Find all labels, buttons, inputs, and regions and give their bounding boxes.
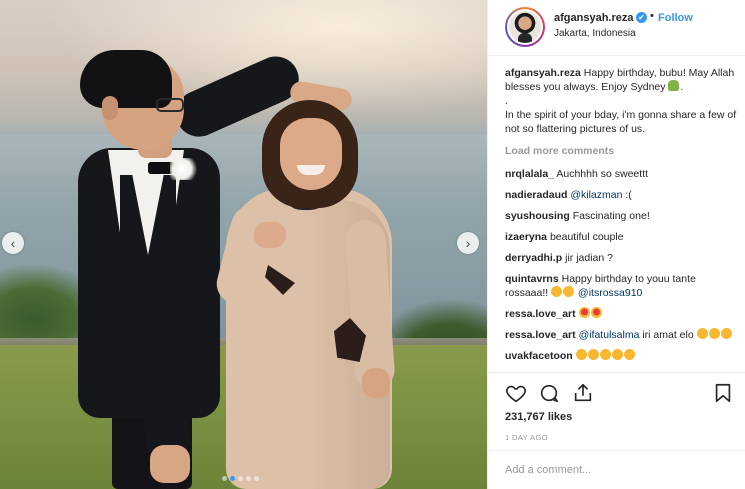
plant-emoji-icon [668, 80, 680, 91]
comment-username[interactable]: nadieradaud [505, 189, 567, 201]
emoji-icon [575, 349, 587, 360]
bookmark-icon [715, 383, 731, 403]
woman-face [280, 118, 342, 190]
comment-username[interactable]: ressa.love_art [505, 329, 576, 341]
post-sidebar: afgansyah.reza ✔ • Follow Jakarta, Indon… [487, 0, 745, 489]
heart-eyes-emoji-icon [590, 307, 602, 318]
comment-mention-link[interactable]: @itsrossa910 [578, 287, 642, 299]
save-button[interactable] [712, 382, 734, 404]
emoji-icon [587, 349, 599, 360]
avatar[interactable] [505, 7, 545, 47]
comment-username[interactable]: derryadhi.p [505, 252, 562, 264]
man-ear [102, 96, 118, 120]
man-glasses [156, 98, 184, 112]
share-icon [574, 383, 592, 402]
man-hand [150, 445, 190, 483]
comment-item: ressa.love_art @ifatulsalma iri amat elo [505, 328, 737, 342]
share-button[interactable] [572, 382, 594, 404]
chevron-left-icon: ‹ [10, 235, 16, 251]
verified-badge-icon: ✔ [636, 12, 647, 23]
woman-left-hand [254, 222, 286, 248]
post-location[interactable]: Jakarta, Indonesia [554, 28, 636, 39]
follow-button[interactable]: Follow [658, 12, 693, 24]
post-username[interactable]: afgansyah.reza [554, 12, 633, 24]
carousel-indicator [222, 476, 259, 481]
load-more-comments-button[interactable]: Load more comments [505, 144, 737, 158]
comment-text: Auchhhh so sweettt [556, 168, 649, 180]
emoji-icon [720, 328, 732, 339]
emoji-icon [696, 328, 708, 339]
comment-items: nrqlalala_ Auchhhh so sweettt nadieradau… [505, 167, 737, 363]
post-timestamp[interactable]: 1 DAY AGO [505, 433, 548, 442]
comment-input[interactable] [505, 461, 725, 479]
comment-item: uvakfacetoon [505, 349, 737, 363]
comment-username[interactable]: quintavrns [505, 273, 559, 285]
comment-icon [540, 384, 559, 403]
action-bar [488, 372, 745, 412]
comment-text: :( [625, 189, 632, 201]
comment-username[interactable]: syushousing [505, 210, 570, 222]
comment-text: iri amat elo [642, 329, 694, 341]
emoji-icon [563, 286, 575, 297]
carousel-dot [230, 476, 235, 481]
carousel-dot [238, 476, 243, 481]
heart-icon [506, 385, 526, 403]
caption-text-2: In the spirit of your bday, i'm gonna sh… [505, 109, 737, 135]
post-caption: afgansyah.reza Happy birthday, bubu! May… [505, 67, 737, 135]
like-button[interactable] [505, 382, 527, 404]
carousel-dot [254, 476, 259, 481]
comment-username[interactable]: uvakfacetoon [505, 350, 573, 362]
emoji-icon [623, 349, 635, 360]
heart-eyes-emoji-icon [578, 307, 590, 318]
comment-username[interactable]: ressa.love_art [505, 308, 576, 320]
comment-item: derryadhi.p jir jadian ? [505, 251, 737, 265]
comment-item: ressa.love_art [505, 307, 737, 321]
comment-button[interactable] [538, 382, 560, 404]
avatar-image [509, 11, 541, 43]
comment-username[interactable]: nrqlalala_ [505, 168, 554, 180]
carousel-dot [246, 476, 251, 481]
emoji-icon [611, 349, 623, 360]
comment-item: syushousing Fascinating one! [505, 209, 737, 223]
boutonniere-flower [170, 158, 200, 180]
caption-dot: . [505, 95, 508, 107]
comment-mention-link[interactable]: @ifatulsalma [579, 329, 640, 341]
emoji-icon [599, 349, 611, 360]
carousel-next-button[interactable]: › [457, 232, 479, 254]
post-header: afgansyah.reza ✔ • Follow Jakarta, Indon… [488, 0, 745, 56]
carousel-prev-button[interactable]: ‹ [2, 232, 24, 254]
comments-list[interactable]: afgansyah.reza Happy birthday, bubu! May… [505, 66, 737, 372]
header-separator: • [650, 10, 654, 22]
chevron-right-icon: › [465, 235, 471, 251]
woman-right-hand [362, 368, 390, 398]
comment-item: izaeryna beautiful couple [505, 230, 737, 244]
comment-mention-link[interactable]: @kilazman [570, 189, 622, 201]
emoji-icon [708, 328, 720, 339]
carousel-dot [222, 476, 227, 481]
likes-count[interactable]: 231,767 likes [505, 411, 572, 423]
comment-item: quintavrns Happy birthday to youu tante … [505, 272, 737, 300]
comment-item: nadieradaud @kilazman :( [505, 188, 737, 202]
comment-item: nrqlalala_ Auchhhh so sweettt [505, 167, 737, 181]
comment-text: Fascinating one! [572, 210, 650, 222]
comment-text: beautiful couple [549, 231, 624, 243]
caption-username[interactable]: afgansyah.reza [505, 67, 581, 79]
add-comment-bar [488, 450, 745, 489]
comment-text: jir jadian ? [565, 252, 613, 264]
emoji-icon [551, 286, 563, 297]
avatar-ring [507, 9, 543, 45]
comment-username[interactable]: izaeryna [505, 231, 547, 243]
post-photo[interactable]: ‹ › [0, 0, 487, 489]
